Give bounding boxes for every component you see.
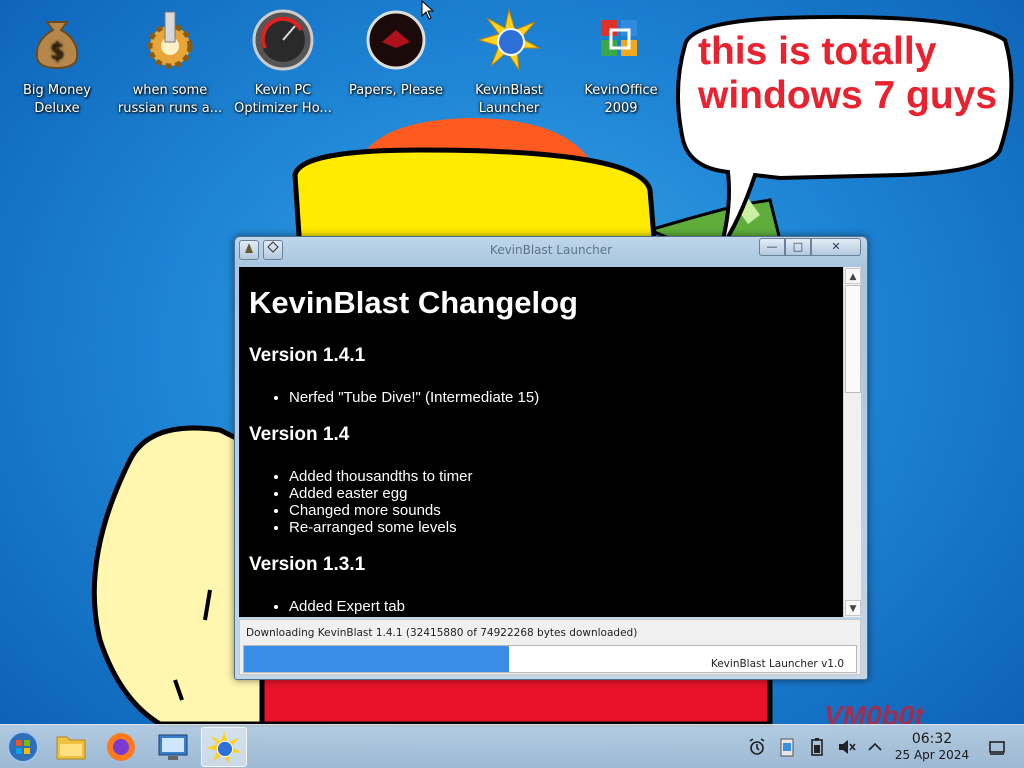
progress-fill bbox=[244, 646, 509, 672]
desktop-icon-kevinoffice-2009[interactable]: KevinOffice 2009 bbox=[566, 6, 676, 118]
change-item: Added Expert tab bbox=[289, 598, 833, 615]
battery-icon[interactable] bbox=[806, 736, 828, 758]
desktop-icon-kevinblast-launcher[interactable]: KevinBlast Launcher bbox=[454, 6, 564, 118]
speech-bubble-text: this is totally windows 7 guys bbox=[698, 30, 998, 117]
office-icon bbox=[601, 20, 637, 56]
start-button[interactable] bbox=[0, 727, 46, 767]
version-heading: Version 1.4.1 bbox=[249, 345, 366, 366]
money-bag-icon: $ bbox=[35, 21, 79, 70]
changelog-view[interactable]: KevinBlast Changelog Version 1.4.1 Nerfed… bbox=[239, 267, 843, 617]
change-item: Nerfed "Tube Dive!" (Intermediate 15) bbox=[289, 389, 833, 406]
close-button[interactable]: ✕ bbox=[811, 238, 861, 256]
computer-icon bbox=[158, 734, 188, 760]
gauge-icon bbox=[252, 9, 314, 71]
taskbar-computer[interactable] bbox=[150, 727, 196, 767]
kevinblast-icon bbox=[477, 8, 541, 71]
clock-date: 25 Apr 2024 bbox=[894, 748, 970, 762]
scroll-up-button[interactable]: ▲ bbox=[845, 268, 861, 284]
desktop-icon-russian[interactable]: when some russian runs a... bbox=[115, 6, 225, 118]
kevinblast-icon bbox=[205, 730, 243, 765]
clock-time: 06:32 bbox=[911, 731, 953, 747]
vertical-scrollbar[interactable]: ▲ ▼ bbox=[843, 267, 861, 617]
version-heading: Version 1.3.1 bbox=[249, 554, 366, 575]
taskbar-file-manager[interactable] bbox=[48, 727, 94, 767]
launcher-window: KevinBlast Launcher — □ ✕ KevinBlast Cha… bbox=[234, 236, 868, 680]
launcher-version-label: KevinBlast Launcher v1.0 bbox=[710, 658, 844, 670]
papers-please-icon bbox=[366, 10, 426, 70]
change-item: Added easter egg bbox=[289, 485, 833, 502]
maximize-button[interactable]: □ bbox=[785, 238, 811, 256]
window-titlebar[interactable]: KevinBlast Launcher — □ ✕ bbox=[235, 237, 867, 265]
start-orb-icon bbox=[7, 731, 39, 763]
gear-icon bbox=[147, 11, 193, 69]
change-list: Added thousandths to timerAdded easter e… bbox=[289, 468, 833, 536]
mouse-cursor-icon bbox=[421, 0, 435, 20]
show-desktop-icon[interactable] bbox=[986, 736, 1008, 758]
status-panel: Downloading KevinBlast 1.4.1 (32415880 o… bbox=[239, 619, 861, 675]
change-item: Re-arranged some levels bbox=[289, 519, 833, 536]
change-list: Added Expert tabAdded Custom tab bbox=[289, 598, 833, 617]
alarm-icon[interactable] bbox=[746, 736, 768, 758]
taskbar: 06:32 25 Apr 2024 bbox=[0, 724, 1024, 768]
taskbar-firefox[interactable] bbox=[98, 727, 144, 767]
change-item: Added Custom tab bbox=[289, 615, 833, 617]
change-item: Added thousandths to timer bbox=[289, 468, 833, 485]
scroll-down-button[interactable]: ▼ bbox=[845, 600, 861, 616]
mute-icon[interactable] bbox=[836, 736, 858, 758]
clipboard-icon[interactable] bbox=[776, 736, 798, 758]
changelog-heading: KevinBlast Changelog bbox=[249, 285, 578, 320]
minimize-button[interactable]: — bbox=[759, 238, 785, 256]
desktop-icon-kevin-pc-optimizer[interactable]: Kevin PC Optimizer Ho... bbox=[228, 6, 338, 118]
svg-text:$: $ bbox=[50, 39, 64, 64]
download-progress-bar: KevinBlast Launcher v1.0 bbox=[243, 645, 857, 673]
download-status-text: Downloading KevinBlast 1.4.1 (32415880 o… bbox=[246, 627, 638, 639]
version-heading: Version 1.4 bbox=[249, 424, 350, 445]
clock[interactable]: 06:32 25 Apr 2024 bbox=[886, 731, 978, 763]
version-list: Version 1.4.1 Nerfed "Tube Dive!" (Interm… bbox=[249, 345, 833, 617]
firefox-icon bbox=[107, 733, 135, 761]
chevron-up-icon[interactable] bbox=[864, 736, 886, 758]
desktop-icon-papers-please[interactable]: Papers, Please bbox=[341, 6, 451, 100]
taskbar-kevinblast[interactable] bbox=[201, 727, 247, 767]
desktop-icon-big-money-deluxe[interactable]: $ Big Money Deluxe bbox=[2, 6, 112, 118]
change-list: Nerfed "Tube Dive!" (Intermediate 15) bbox=[289, 389, 833, 406]
scroll-thumb[interactable] bbox=[845, 285, 861, 393]
file-manager-icon bbox=[56, 736, 86, 760]
change-item: Changed more sounds bbox=[289, 502, 833, 519]
